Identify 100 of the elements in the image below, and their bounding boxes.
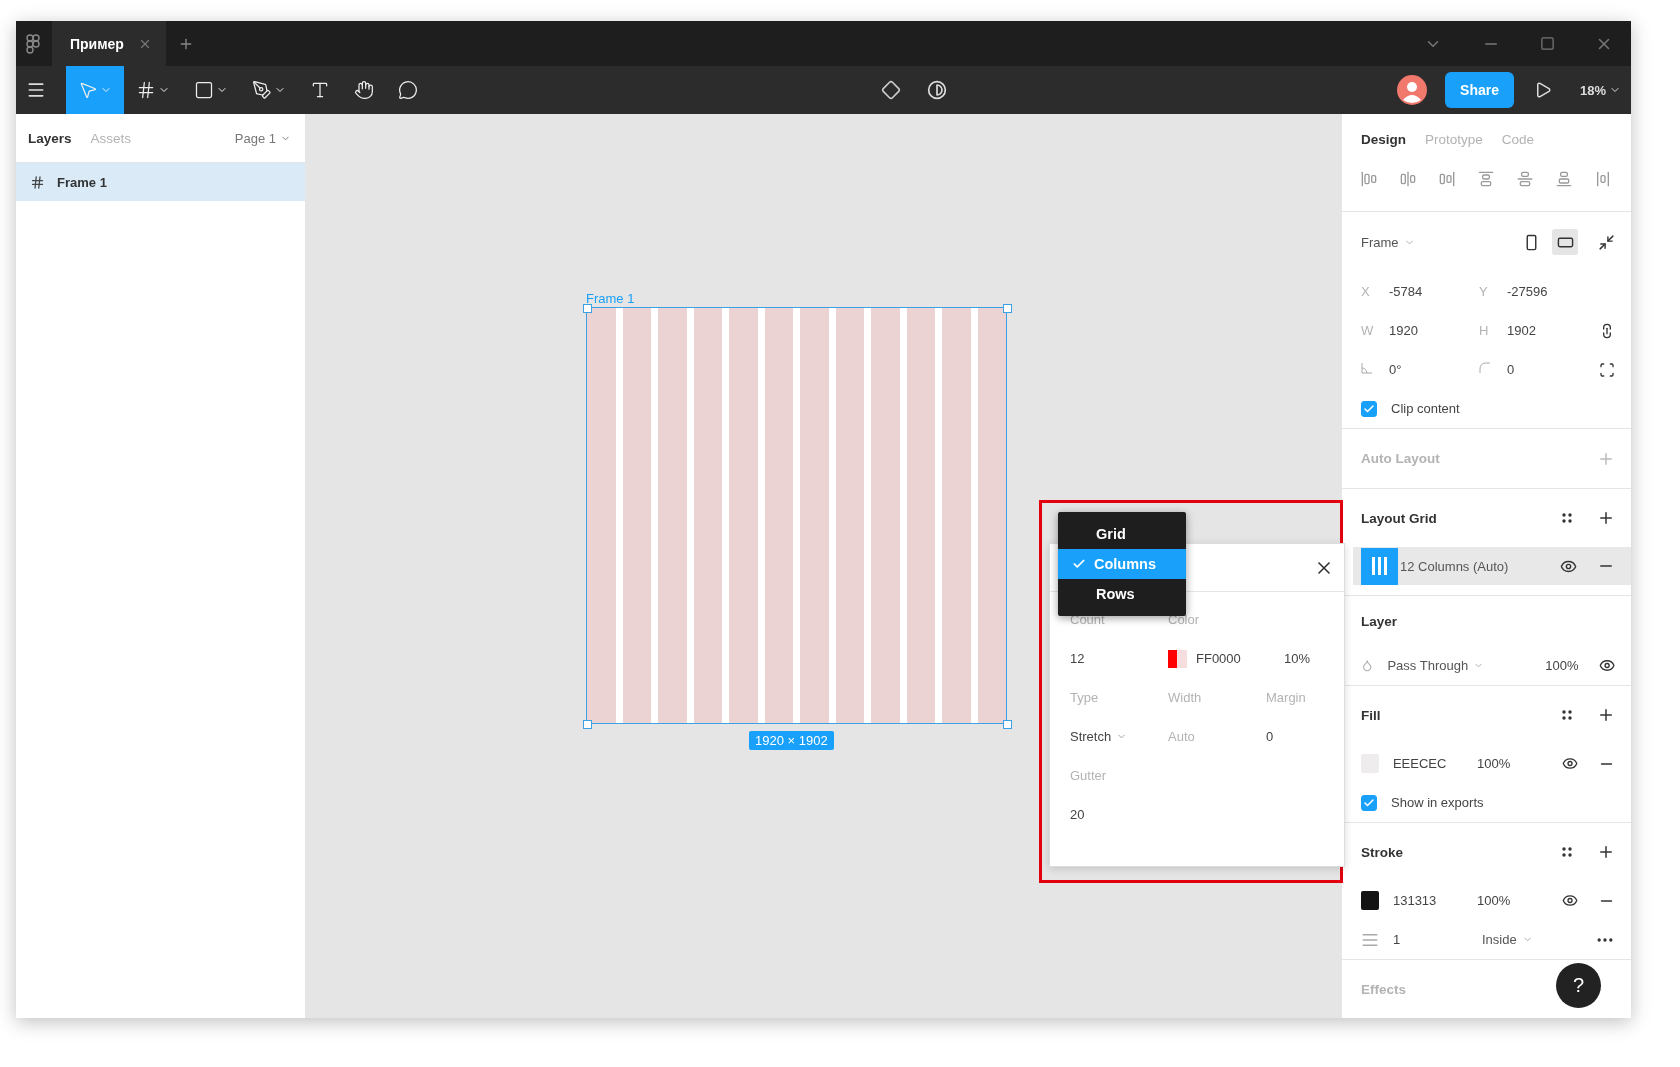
corner-brackets-icon[interactable] xyxy=(1599,361,1615,378)
eye-icon[interactable] xyxy=(1561,892,1578,909)
field-label: Count xyxy=(1070,612,1106,627)
resize-handle[interactable] xyxy=(583,304,592,313)
orientation-button[interactable] xyxy=(1552,229,1578,256)
field-label: Y xyxy=(1479,284,1489,300)
blend-mode-dropdown[interactable]: Pass Through xyxy=(1387,658,1546,673)
field-label: X xyxy=(1361,284,1371,300)
section-title: Stroke xyxy=(1361,844,1404,860)
frame-preset-dropdown[interactable]: Frame xyxy=(1361,234,1518,250)
checkbox-label: Show in exports xyxy=(1391,795,1484,810)
eye-icon[interactable] xyxy=(1598,657,1615,674)
logo-icon[interactable] xyxy=(26,33,40,54)
pointer-icon xyxy=(78,80,98,100)
margin-field[interactable]: 0 xyxy=(1266,729,1356,744)
grid-styles-icon[interactable] xyxy=(1561,512,1573,525)
grid-styles-icon[interactable] xyxy=(1561,709,1573,721)
color-swatch[interactable] xyxy=(1168,649,1187,668)
contrast-icon[interactable] xyxy=(926,80,947,100)
align-bottom-icon[interactable] xyxy=(1556,171,1572,187)
align-center-icon[interactable] xyxy=(1400,171,1416,187)
color-hex[interactable]: EEECEC xyxy=(1392,756,1477,771)
avatar-icon[interactable] xyxy=(1397,75,1428,105)
blend-mode-icon xyxy=(1361,659,1374,672)
field-label: Margin xyxy=(1266,690,1307,705)
grid-label: 12 Columns (Auto) xyxy=(1400,558,1510,574)
height-field[interactable]: 1902 xyxy=(1507,323,1597,339)
angle-icon xyxy=(1361,362,1373,375)
speech-bubble-icon xyxy=(398,80,418,100)
gutter-field[interactable]: 20 xyxy=(1070,807,1160,822)
hash-icon xyxy=(30,174,45,190)
opacity-field[interactable]: 100% xyxy=(1545,658,1599,673)
text-icon xyxy=(310,80,330,100)
color-hex[interactable]: 131313 xyxy=(1392,893,1477,908)
opacity-field[interactable]: 100% xyxy=(1476,893,1562,908)
align-top-icon[interactable] xyxy=(1478,171,1494,187)
columns-icon[interactable] xyxy=(1361,547,1398,585)
resize-to-fit-icon[interactable] xyxy=(1598,233,1615,251)
rotation-field[interactable]: 0° xyxy=(1389,362,1479,378)
check-icon xyxy=(1363,796,1375,809)
resize-handle[interactable] xyxy=(583,720,592,729)
radius-field[interactable]: 0 xyxy=(1507,362,1597,378)
x-field[interactable]: -5784 xyxy=(1389,284,1479,300)
panel-tab[interactable]: Design xyxy=(1361,131,1406,147)
eye-icon[interactable] xyxy=(1561,755,1578,772)
add-icon[interactable] xyxy=(1597,843,1615,861)
diamond-icon[interactable] xyxy=(880,80,901,100)
panel-tab[interactable]: Layers xyxy=(28,130,72,146)
add-icon[interactable] xyxy=(1597,706,1615,724)
resize-handle[interactable] xyxy=(1003,304,1012,313)
align-middle-icon[interactable] xyxy=(1517,171,1533,187)
grid-styles-icon[interactable] xyxy=(1561,846,1573,858)
menu-item[interactable]: Grid xyxy=(1058,519,1186,549)
resize-handle[interactable] xyxy=(1003,720,1012,729)
menu-icon[interactable] xyxy=(26,80,46,100)
hash-icon xyxy=(136,80,156,100)
type-dropdown[interactable]: Stretch xyxy=(1070,729,1168,744)
layer-item[interactable]: Frame 1 xyxy=(16,163,305,201)
width-field[interactable]: 1920 xyxy=(1389,323,1479,339)
field-label: W xyxy=(1361,323,1375,339)
corner-radius-icon xyxy=(1479,362,1491,375)
play-icon[interactable] xyxy=(1534,81,1552,99)
file-tab[interactable]: Пример xyxy=(52,21,166,66)
menu-item[interactable]: Rows xyxy=(1058,579,1186,609)
field-label: Color xyxy=(1168,612,1201,627)
color-hex[interactable]: FF0000 xyxy=(1196,651,1284,666)
check-icon xyxy=(1072,557,1086,571)
maximize-icon[interactable] xyxy=(1540,36,1555,51)
distribute-icon[interactable] xyxy=(1595,171,1611,187)
check-icon xyxy=(1363,402,1375,415)
checkbox-label: Clip content xyxy=(1391,401,1460,417)
checkbox[interactable] xyxy=(1361,794,1377,811)
pen-icon xyxy=(252,80,272,100)
help-button[interactable]: ? xyxy=(1556,963,1601,1008)
section-title: Layer xyxy=(1361,613,1398,629)
page-dropdown[interactable]: Page 1 xyxy=(234,130,291,146)
layer-name: Frame 1 xyxy=(57,174,107,190)
align-right-icon[interactable] xyxy=(1439,171,1455,187)
section-title: Layout Grid xyxy=(1361,510,1437,526)
square-icon xyxy=(194,80,214,100)
layout-grid-item[interactable]: 12 Columns (Auto) xyxy=(1353,547,1631,586)
opacity-field[interactable]: 10% xyxy=(1284,651,1324,666)
field-label: Type xyxy=(1070,690,1100,705)
field-label: H xyxy=(1479,323,1490,339)
hand-icon xyxy=(354,80,374,100)
zoom-dropdown[interactable]: 18% xyxy=(1580,82,1621,98)
opacity-field[interactable]: 100% xyxy=(1476,756,1562,771)
section-title: Fill xyxy=(1361,707,1381,723)
count-field[interactable]: 12 xyxy=(1070,651,1160,666)
y-field[interactable]: -27596 xyxy=(1507,284,1597,300)
stroke-position-dropdown[interactable]: Inside xyxy=(1482,932,1595,947)
color-swatch[interactable] xyxy=(1361,891,1379,910)
field-label: Gutter xyxy=(1070,768,1108,783)
section-title: Effects xyxy=(1361,981,1406,997)
field-label: Width xyxy=(1168,690,1203,705)
stroke-weight-field[interactable]: 1 xyxy=(1393,932,1482,947)
section-title: Auto Layout xyxy=(1361,451,1440,467)
checkbox[interactable] xyxy=(1361,400,1377,417)
size-badge: 1920 × 1902 xyxy=(749,731,834,750)
align-left-icon[interactable] xyxy=(1361,171,1377,187)
